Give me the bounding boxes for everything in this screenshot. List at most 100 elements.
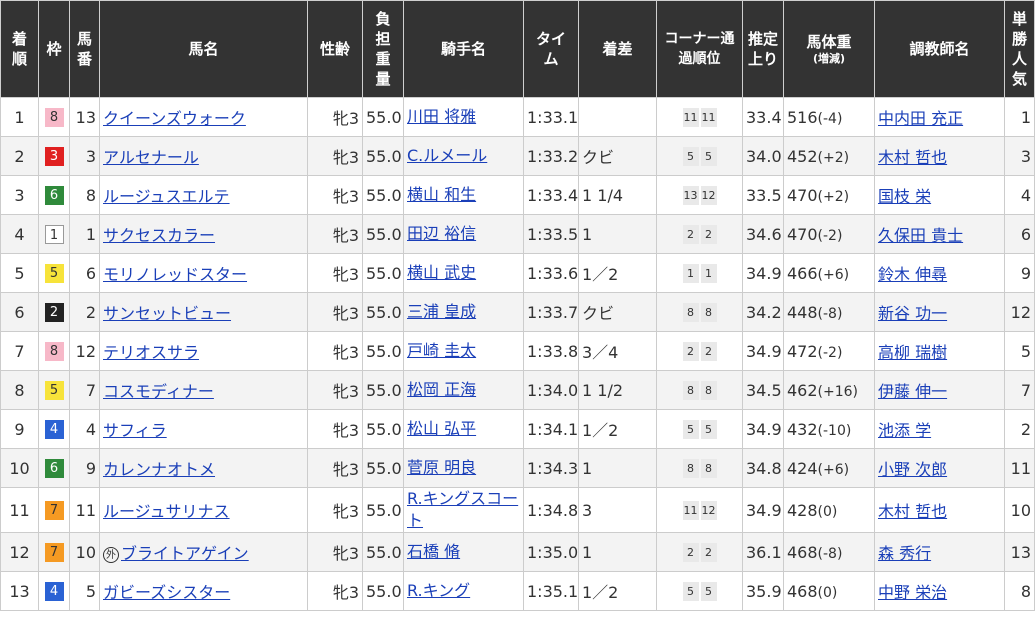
bodyweight-cell: 468(-8) — [783, 532, 875, 572]
horse-link[interactable]: アルセナール — [103, 148, 199, 167]
horse-link[interactable]: クイーンズウォーク — [103, 109, 246, 128]
waku-badge: 7 — [44, 543, 64, 562]
header-trainer[interactable]: 調教師名 — [874, 0, 1005, 98]
header-time[interactable]: タイム — [523, 0, 579, 98]
waku-cell: 4 — [38, 571, 70, 611]
corner-position: 2 — [700, 342, 717, 361]
horse-cell: モリノレッドスター — [99, 253, 308, 293]
header-margin[interactable]: 着差 — [578, 0, 657, 98]
header-last3f[interactable]: 推定上り — [742, 0, 784, 98]
trainer-link[interactable]: 鈴木 伸尋 — [878, 265, 947, 284]
header-weight[interactable]: 負担重量 — [362, 0, 404, 98]
umaban-cell: 1 — [69, 214, 100, 254]
rank-cell: 12 — [0, 532, 39, 572]
trainer-cell: 高柳 瑞樹 — [874, 331, 1005, 371]
foreign-mark-icon: 外 — [103, 546, 119, 563]
bodyweight-cell: 424(+6) — [783, 448, 875, 488]
last3f-cell: 36.1 — [742, 532, 784, 572]
horse-link[interactable]: ルージュスエルテ — [103, 187, 230, 206]
trainer-link[interactable]: 新谷 功一 — [878, 304, 947, 323]
rank-cell: 4 — [0, 214, 39, 254]
bodyweight-value: 452 — [787, 146, 818, 166]
weight-cell: 55.0 — [362, 487, 404, 533]
trainer-link[interactable]: 森 秀行 — [878, 544, 931, 563]
weight-cell: 55.0 — [362, 331, 404, 371]
trainer-link[interactable]: 木村 哲也 — [878, 148, 947, 167]
jockey-link[interactable]: 横山 武史 — [407, 263, 476, 282]
header-corner[interactable]: コーナー通過順位 — [656, 0, 743, 98]
header-waku[interactable]: 枠 — [38, 0, 70, 98]
time-cell: 1:33.7 — [523, 292, 579, 332]
header-umaban[interactable]: 馬番 — [69, 0, 100, 98]
waku-cell: 7 — [38, 487, 70, 533]
trainer-link[interactable]: 高柳 瑞樹 — [878, 343, 947, 362]
horse-link[interactable]: サンセットビュー — [103, 304, 231, 323]
horse-link[interactable]: ルージュサリナス — [103, 502, 230, 521]
jockey-link[interactable]: 三浦 皇成 — [407, 302, 476, 321]
corner-cell: 88 — [656, 292, 743, 332]
trainer-link[interactable]: 木村 哲也 — [878, 502, 947, 521]
horse-link[interactable]: コスモディナー — [103, 382, 214, 401]
trainer-link[interactable]: 伊藤 伸一 — [878, 382, 947, 401]
header-horse[interactable]: 馬名 — [99, 0, 308, 98]
horse-link[interactable]: ブライトアゲイン — [121, 544, 249, 563]
sexage-cell: 牝3 — [307, 409, 363, 449]
jockey-link[interactable]: R.キングスコート — [407, 489, 518, 530]
table-row: 1 8 13 クイーンズウォーク 牝3 55.0 川田 将雅 1:33.1 11 11 33.4 51… — [0, 97, 1035, 137]
weight-cell: 55.0 — [362, 370, 404, 410]
jockey-cell: 横山 和生 — [403, 175, 524, 215]
bodyweight-value: 428 — [787, 500, 818, 520]
header-corner-label: コーナー通過順位 — [664, 31, 735, 67]
trainer-link[interactable]: 池添 学 — [878, 421, 931, 440]
trainer-link[interactable]: 久保田 貴士 — [878, 226, 963, 245]
trainer-cell: 木村 哲也 — [874, 136, 1005, 176]
trainer-link[interactable]: 国枝 栄 — [878, 187, 931, 206]
jockey-link[interactable]: 横山 和生 — [407, 185, 476, 204]
waku-badge: 2 — [44, 303, 64, 322]
jockey-link[interactable]: 松山 弘平 — [407, 419, 476, 438]
corner-cell: 55 — [656, 136, 743, 176]
header-rank[interactable]: 着順 — [0, 0, 39, 98]
pop-cell: 12 — [1004, 292, 1035, 332]
header-pop[interactable]: 単勝人気 — [1004, 0, 1035, 98]
waku-cell: 8 — [38, 97, 70, 137]
jockey-link[interactable]: 川田 将雅 — [407, 107, 476, 126]
jockey-link[interactable]: R.キング — [407, 581, 470, 600]
trainer-link[interactable]: 小野 次郎 — [878, 460, 947, 479]
pop-cell: 11 — [1004, 448, 1035, 488]
time-cell: 1:33.1 — [523, 97, 579, 137]
waku-cell: 3 — [38, 136, 70, 176]
horse-link[interactable]: サフィラ — [103, 421, 167, 440]
bodyweight-diff: (-2) — [817, 344, 843, 361]
horse-link[interactable]: サクセスカラー — [103, 226, 215, 245]
header-bodyweight[interactable]: 馬体重 (増減) — [783, 0, 875, 98]
corner-position: 5 — [682, 582, 699, 601]
corner-position: 5 — [682, 420, 699, 439]
jockey-link[interactable]: C.ルメール — [407, 146, 487, 165]
trainer-link[interactable]: 中野 栄治 — [878, 583, 947, 602]
horse-link[interactable]: カレンナオトメ — [103, 460, 215, 479]
header-jockey[interactable]: 騎手名 — [403, 0, 524, 98]
horse-link[interactable]: モリノレッドスター — [103, 265, 247, 284]
trainer-cell: 伊藤 伸一 — [874, 370, 1005, 410]
waku-cell: 7 — [38, 532, 70, 572]
umaban-cell: 7 — [69, 370, 100, 410]
jockey-link[interactable]: 戸崎 圭太 — [407, 341, 476, 360]
margin-cell: 1／2 — [578, 253, 657, 293]
bodyweight-cell: 516(-4) — [783, 97, 875, 137]
jockey-link[interactable]: 田辺 裕信 — [407, 224, 476, 243]
jockey-link[interactable]: 菅原 明良 — [407, 458, 476, 477]
jockey-link[interactable]: 松岡 正海 — [407, 380, 476, 399]
waku-cell: 2 — [38, 292, 70, 332]
horse-cell: ルージュスエルテ — [99, 175, 308, 215]
jockey-link[interactable]: 石橋 脩 — [407, 542, 460, 561]
horse-link[interactable]: ガビーズシスター — [103, 583, 230, 602]
waku-cell: 4 — [38, 409, 70, 449]
horse-link[interactable]: テリオスサラ — [103, 343, 199, 362]
waku-cell: 5 — [38, 370, 70, 410]
sexage-cell: 牝3 — [307, 331, 363, 371]
header-sexage[interactable]: 性齢 — [307, 0, 363, 98]
weight-cell: 55.0 — [362, 409, 404, 449]
trainer-link[interactable]: 中内田 充正 — [878, 109, 963, 128]
pop-cell: 1 — [1004, 97, 1035, 137]
